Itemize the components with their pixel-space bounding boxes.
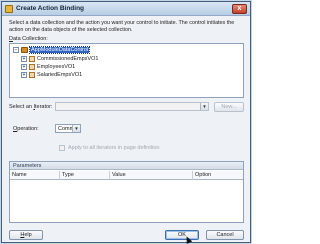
column-header-option[interactable]: Option (193, 171, 243, 180)
expand-icon[interactable]: + (21, 72, 27, 78)
tree-item-employeesvo1[interactable]: + EmployeesVO1 (21, 63, 75, 71)
ok-button[interactable]: OK (165, 230, 199, 240)
data-collection-label: Data Collection: (9, 36, 48, 42)
new-iterator-button[interactable]: New... (214, 102, 244, 112)
parameters-panel: Parameters Name Type Value Option (9, 161, 244, 223)
close-button[interactable]: x (232, 4, 247, 14)
iterator-select[interactable]: ▼ (55, 102, 209, 111)
view-object-icon (29, 64, 35, 70)
tree-item-label: EmployeesVO1 (37, 64, 76, 70)
dialog-description: Select a data collection and the action … (9, 20, 235, 33)
parameters-title: Parameters (13, 163, 42, 169)
parameters-header: Parameters (10, 162, 243, 170)
expand-icon[interactable]: + (21, 64, 27, 70)
chevron-down-icon[interactable]: ▼ (200, 103, 208, 110)
tree-item-salariedempsvo1[interactable]: + SalariedEmpsVO1 (21, 71, 82, 79)
column-header-type[interactable]: Type (60, 171, 110, 180)
tree-root-item[interactable]: − AppModuleDataControl (13, 46, 91, 54)
tree-item-label: SalariedEmpsVO1 (37, 72, 83, 78)
tree-item-label: CommissionedEmpsVO1 (37, 56, 99, 62)
tree-root-label: AppModuleDataControl (28, 46, 91, 54)
title-bar[interactable]: Create Action Binding x (2, 2, 250, 16)
window-title: Create Action Binding (16, 5, 85, 12)
cancel-button[interactable]: Cancel (206, 230, 244, 240)
help-button[interactable]: Help (9, 230, 43, 240)
expand-icon[interactable]: + (21, 56, 27, 62)
operation-label: Operation: (13, 126, 39, 132)
view-object-icon (29, 56, 35, 62)
chevron-down-icon[interactable]: ▼ (72, 125, 80, 132)
data-collection-tree[interactable]: − AppModuleDataControl + CommissionedEmp… (9, 43, 244, 98)
app-icon (5, 5, 13, 13)
apply-all-label: Apply to all iterators in page definitio… (68, 145, 160, 151)
collapse-icon[interactable]: − (13, 47, 19, 53)
create-action-binding-dialog: Create Action Binding x Select a data co… (1, 1, 251, 244)
column-header-name[interactable]: Name (10, 171, 60, 180)
column-header-value[interactable]: Value (110, 171, 193, 180)
data-control-icon (21, 47, 28, 53)
operation-select[interactable]: Commit ▼ (55, 124, 81, 133)
apply-all-checkbox[interactable] (59, 145, 65, 151)
iterator-label: Select an Iterator: (9, 104, 53, 110)
view-object-icon (29, 72, 35, 78)
tree-item-commissionedempsvo1[interactable]: + CommissionedEmpsVO1 (21, 55, 98, 63)
